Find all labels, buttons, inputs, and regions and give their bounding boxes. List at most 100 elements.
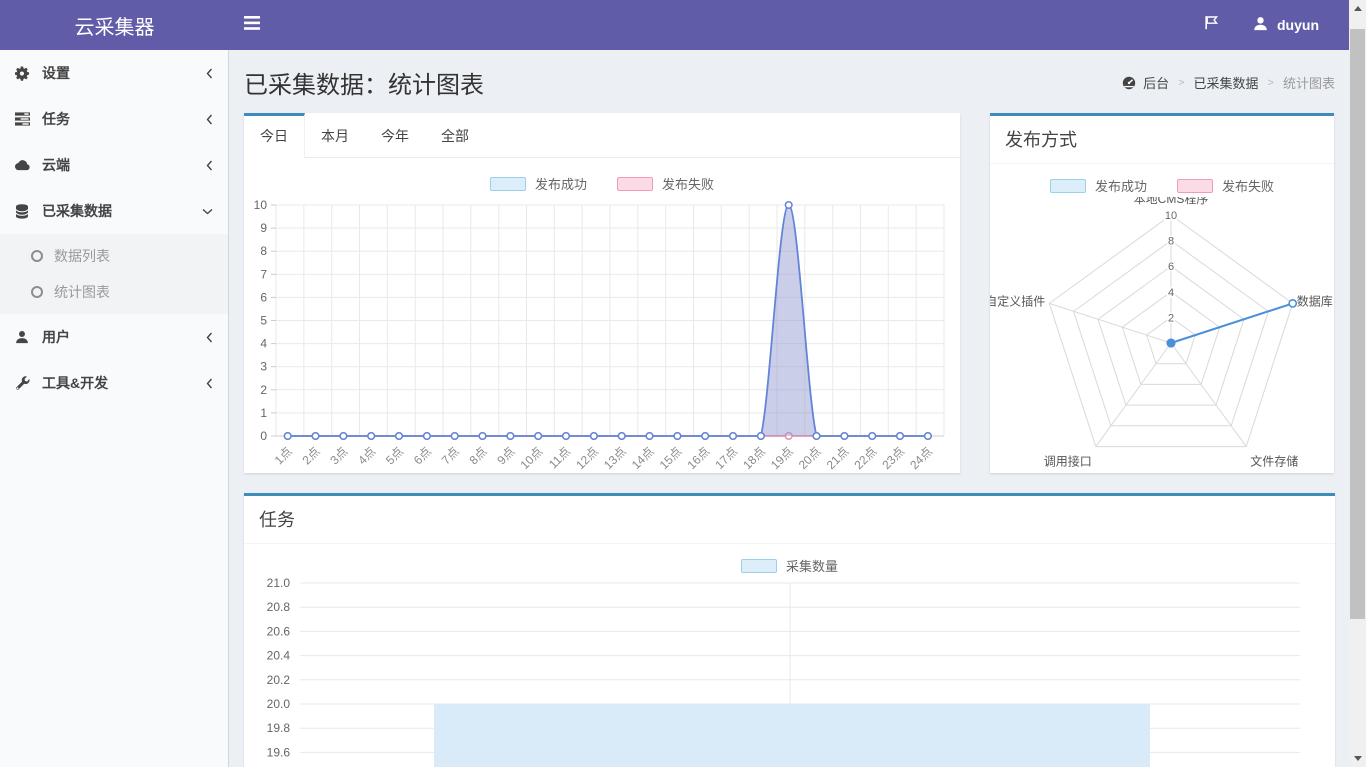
svg-text:4: 4 [1168,287,1174,299]
legend-swatch-fail [1177,179,1213,193]
svg-text:21点: 21点 [824,444,852,471]
username-label: duyun [1277,17,1319,33]
triangle-up-icon [1354,6,1362,11]
svg-text:12点: 12点 [573,444,601,471]
svg-text:0: 0 [260,429,267,443]
chevron-left-icon [206,160,213,171]
flag-icon [1204,15,1219,35]
svg-text:19.6: 19.6 [267,745,291,759]
sidebar-item-tasks[interactable]: 任务 [0,96,228,142]
legend-swatch-success [1050,179,1086,193]
svg-text:16点: 16点 [684,444,712,471]
hamburger-icon [244,16,260,35]
legend-item-publish-fail[interactable]: 发布失败 [617,174,714,193]
sidebar-item-cloud[interactable]: 云端 [0,142,228,188]
page-header: 已采集数据：统计图表 后台 > 已采集数据 > 统计图表 [244,65,1335,100]
breadcrumb-link-collected-data[interactable]: 已采集数据 [1194,73,1259,92]
sidebar-subitem-data-list[interactable]: 数据列表 [0,238,228,274]
svg-text:8: 8 [1168,236,1174,248]
publish-method-radar-chart: 246810本地CMS程序数据库文件存储调用接口自定义插件 [990,197,1334,483]
legend-label: 采集数量 [786,556,838,575]
svg-text:20.4: 20.4 [267,649,291,663]
publish-line-chart: 0123456789101点2点3点4点5点6点7点8点9点10点11点12点1… [244,199,960,471]
tasks-panel: 任务 采集数量 21.020.820.620.420.220.019.819.6… [244,493,1335,767]
svg-text:10: 10 [254,199,268,212]
svg-text:2: 2 [260,383,267,397]
user-avatar-icon [1253,16,1268,34]
legend-swatch-fail [617,177,653,191]
scrollbar-thumb[interactable] [1350,29,1365,619]
legend-label: 发布成功 [1095,176,1147,195]
svg-text:18点: 18点 [740,444,768,471]
tab-all[interactable]: 全部 [425,113,485,157]
sidebar-subitem-label: 统计图表 [54,282,110,302]
tasks-panel-title: 任务 [244,496,1335,544]
database-icon [15,204,42,219]
app-brand-label: 云采集器 [75,11,155,40]
tab-this-year[interactable]: 今年 [365,113,425,157]
svg-text:调用接口: 调用接口 [1044,453,1092,468]
sidebar-toggle-button[interactable] [229,0,275,50]
sidebar-item-tools-dev[interactable]: 工具&开发 [0,360,228,406]
svg-text:20.6: 20.6 [267,624,291,638]
legend-swatch-success [490,177,526,191]
sidebar: 设置 任务 云端 已采集数据 数据列表 统计图表 [0,50,229,767]
scrollbar-up-arrow[interactable] [1349,0,1366,17]
legend-item-publish-success[interactable]: 发布成功 [1050,176,1147,195]
svg-text:20点: 20点 [796,444,824,471]
svg-text:15点: 15点 [657,444,685,471]
svg-text:9: 9 [260,221,267,235]
legend-label: 发布失败 [1222,176,1274,195]
chevron-left-icon [206,332,213,343]
svg-text:19.8: 19.8 [267,721,291,735]
svg-text:8点: 8点 [467,444,490,467]
legend-item-collect-count[interactable]: 采集数量 [741,556,838,575]
publish-method-title: 发布方式 [990,116,1334,164]
svg-text:17点: 17点 [712,444,740,471]
charts-row: 今日 本月 今年 全部 发布成功 发布失败 0123456789101点2点3点… [244,113,1335,473]
breadcrumb: 后台 > 已采集数据 > 统计图表 [1122,73,1335,92]
scrollbar-down-arrow[interactable] [1349,750,1366,767]
page-title: 已采集数据：统计图表 [244,65,484,100]
sidebar-item-users[interactable]: 用户 [0,314,228,360]
svg-text:4: 4 [260,337,267,351]
legend-item-publish-fail[interactable]: 发布失败 [1177,176,1274,195]
sidebar-subitem-label: 数据列表 [54,246,110,266]
circle-o-icon [31,286,43,298]
flag-menu-button[interactable] [1204,15,1219,35]
svg-text:5: 5 [260,314,267,328]
sidebar-item-label: 设置 [42,63,206,83]
svg-text:本地CMS程序: 本地CMS程序 [1134,197,1209,206]
tab-today[interactable]: 今日 [244,113,305,158]
line-chart-legend: 发布成功 发布失败 [244,174,960,193]
breadcrumb-link-backend[interactable]: 后台 [1143,73,1169,92]
svg-text:10: 10 [1165,210,1177,222]
tab-this-month[interactable]: 本月 [305,113,365,157]
svg-text:20.2: 20.2 [267,673,291,687]
svg-text:21.0: 21.0 [267,577,291,590]
svg-text:5点: 5点 [383,444,406,467]
legend-label: 发布成功 [535,174,587,193]
sidebar-subitem-statistics-chart[interactable]: 统计图表 [0,274,228,310]
user-menu-button[interactable]: duyun [1253,16,1319,34]
svg-text:8: 8 [260,244,267,258]
svg-text:22点: 22点 [851,444,879,471]
app-brand[interactable]: 云采集器 [0,0,229,50]
sidebar-item-label: 用户 [42,327,206,347]
daily-publish-panel: 今日 本月 今年 全部 发布成功 发布失败 0123456789101点2点3点… [244,113,960,473]
svg-text:6点: 6点 [411,444,434,467]
legend-label: 发布失败 [662,174,714,193]
cloud-icon [15,159,42,171]
svg-text:7点: 7点 [439,444,462,467]
svg-text:6: 6 [1168,261,1174,273]
svg-text:10点: 10点 [517,444,545,471]
svg-text:1: 1 [260,406,267,420]
sidebar-item-label: 已采集数据 [42,201,202,221]
legend-item-publish-success[interactable]: 发布成功 [490,174,587,193]
radar-chart-legend: 发布成功 发布失败 [990,176,1334,195]
sidebar-item-settings[interactable]: 设置 [0,50,228,96]
chevron-down-icon [202,208,213,215]
tasks-bar-chart: 21.020.820.620.420.220.019.819.619.4 [244,577,1334,767]
sidebar-item-collected-data[interactable]: 已采集数据 [0,188,228,234]
page-scrollbar[interactable] [1349,0,1366,767]
